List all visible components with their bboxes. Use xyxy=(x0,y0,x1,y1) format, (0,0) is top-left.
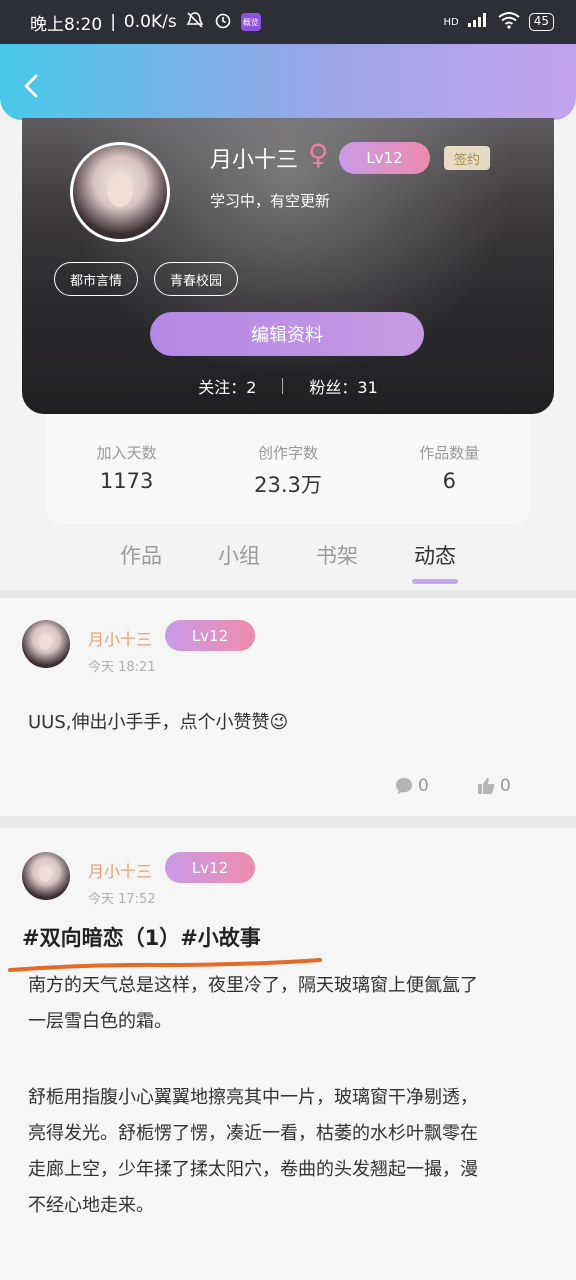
stat-label: 加入天数 xyxy=(96,444,157,462)
hd-label: HD xyxy=(443,16,459,28)
profile-card: 月小十三 ♀ Lv12 签约 学习中，有空更新 都市言情 青春校园 编辑资料 关… xyxy=(22,118,554,414)
post-author[interactable]: 月小十三 xyxy=(88,626,152,650)
profile-username: 月小十三 xyxy=(210,148,299,173)
post-item: 月小十三 Lv12 今天 18:21 UUS,伸出小手手，点个小赞赞😉 0 0 xyxy=(0,598,576,816)
wifi-icon xyxy=(497,11,521,34)
post-time: 今天 18:21 xyxy=(88,660,156,675)
back-arrow-icon xyxy=(24,74,38,98)
post-paragraph: 南方的天气总是这样，夜里冷了，隔天玻璃窗上便氤氲了 一层雪白色的霜。 xyxy=(28,968,548,1040)
network-speed: 0.0K/s xyxy=(123,12,177,32)
post-avatar[interactable] xyxy=(22,852,70,900)
paragraph-line: 亮得发光。舒栀愣了愣，凑近一看，枯萎的水杉叶飘零在 xyxy=(28,1123,478,1144)
followers-count[interactable]: 粉丝：31 xyxy=(309,374,377,398)
tab-moments[interactable]: 动态 xyxy=(386,536,484,590)
comment-button[interactable]: 0 xyxy=(394,776,429,796)
paragraph-line: 南方的天气总是这样，夜里冷了，隔天玻璃窗上便氤氲了 xyxy=(28,975,478,996)
post-item: 月小十三 Lv12 今天 17:52 #双向暗恋（1）#小故事 南方的天气总是这… xyxy=(0,828,576,1280)
comment-icon xyxy=(396,778,412,794)
profile-bio: 学习中，有空更新 xyxy=(210,192,331,210)
tag-campus-youth[interactable]: 青春校园 xyxy=(154,262,239,296)
status-separator: | xyxy=(110,12,116,32)
tab-bookshelf[interactable]: 书架 xyxy=(288,536,386,590)
tab-groups[interactable]: 小组 xyxy=(190,536,288,590)
status-time: 晚上8:20 xyxy=(30,14,103,35)
stat-days-joined: 加入天数 1173 xyxy=(62,442,192,493)
back-button[interactable] xyxy=(16,68,46,104)
genre-tags: 都市言情 青春校园 xyxy=(54,262,239,296)
status-right: HD 45 xyxy=(443,11,554,34)
paragraph-line: 不经心地走来。 xyxy=(28,1195,154,1216)
following-count[interactable]: 关注：2 xyxy=(198,374,256,398)
status-bar: 晚上8:20 | 0.0K/s 概览 HD 45 xyxy=(0,0,576,44)
stat-label: 作品数量 xyxy=(419,444,480,462)
thumbs-up-icon xyxy=(478,778,495,794)
female-gender-icon: ♀ xyxy=(308,138,329,171)
profile-avatar[interactable] xyxy=(70,142,170,242)
alarm-icon xyxy=(213,10,233,35)
stat-value: 23.3万 xyxy=(254,473,322,497)
post-title-hashtags[interactable]: #双向暗恋（1）#小故事 xyxy=(22,922,261,952)
status-left: 晚上8:20 | 0.0K/s 概览 xyxy=(30,10,261,35)
post-level-badge: Lv12 xyxy=(165,852,255,883)
tab-works[interactable]: 作品 xyxy=(92,536,190,590)
signed-author-badge: 签约 xyxy=(444,146,490,170)
follow-divider xyxy=(282,378,284,394)
comment-count: 0 xyxy=(418,776,429,796)
paragraph-line: 舒栀用指腹小心翼翼地擦亮其中一片，玻璃窗干净剔透， xyxy=(28,1087,478,1108)
paragraph-line: 一层雪白色的霜。 xyxy=(28,1011,172,1032)
paragraph-line: 走廊上空，少年揉了揉太阳穴，卷曲的头发翘起一撮，漫 xyxy=(28,1159,478,1180)
section-divider xyxy=(0,816,576,828)
stat-works-count: 作品数量 6 xyxy=(384,442,514,493)
like-button[interactable]: 0 xyxy=(476,776,511,796)
post-paragraph: 舒栀用指腹小心翼翼地擦亮其中一片，玻璃窗干净剔透， 亮得发光。舒栀愣了愣，凑近一… xyxy=(28,1080,548,1224)
header-bar xyxy=(0,44,576,120)
signal-icon xyxy=(467,12,489,33)
profile-tabs: 作品 小组 书架 动态 xyxy=(0,536,576,590)
edit-profile-button[interactable]: 编辑资料 xyxy=(150,312,424,356)
stat-value: 6 xyxy=(442,469,456,493)
app-notification-icon: 概览 xyxy=(240,13,261,31)
stat-label: 创作字数 xyxy=(257,444,318,462)
post-author[interactable]: 月小十三 xyxy=(88,858,152,882)
stat-value: 1173 xyxy=(99,469,154,493)
stats-card: 加入天数 1173 创作字数 23.3万 作品数量 6 xyxy=(46,414,530,524)
tag-urban-romance[interactable]: 都市言情 xyxy=(54,262,139,296)
battery-indicator: 45 xyxy=(528,13,554,31)
post-time: 今天 17:52 xyxy=(88,892,156,907)
post-text[interactable]: UUS,伸出小手手，点个小赞赞😉 xyxy=(28,708,288,734)
like-count: 0 xyxy=(500,776,511,796)
post-level-badge: Lv12 xyxy=(165,620,255,651)
stat-word-count: 创作字数 23.3万 xyxy=(223,442,353,499)
mute-icon xyxy=(185,10,205,35)
post-avatar[interactable] xyxy=(22,620,70,668)
level-badge: Lv12 xyxy=(339,142,430,174)
follow-stats: 关注：2 粉丝：31 xyxy=(22,374,554,398)
